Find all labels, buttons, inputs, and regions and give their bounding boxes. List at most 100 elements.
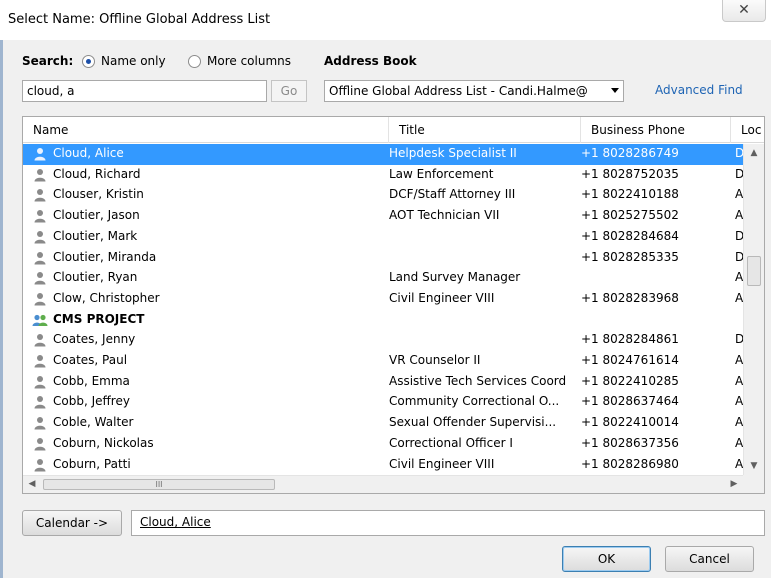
select-name-dialog: Select Name: Offline Global Address List… bbox=[0, 0, 771, 578]
column-header-name[interactable]: Name bbox=[23, 117, 389, 143]
window-title: Select Name: Offline Global Address List bbox=[8, 12, 271, 27]
cell-name: Cloutier, Jason bbox=[53, 208, 140, 223]
cell-business-phone: +1 8028284861 bbox=[581, 332, 679, 347]
address-book-label: Address Book bbox=[324, 54, 417, 68]
vertical-scrollbar[interactable]: ▲ ▼ bbox=[743, 144, 764, 475]
cell-name: Cobb, Emma bbox=[53, 373, 130, 388]
title-bar: Select Name: Offline Global Address List… bbox=[0, 0, 771, 40]
close-icon: ✕ bbox=[738, 2, 750, 18]
horizontal-scroll-thumb[interactable]: III bbox=[43, 479, 275, 490]
window-edge bbox=[0, 40, 3, 578]
person-icon bbox=[32, 458, 48, 472]
cell-title: Sexual Offender Supervisi... bbox=[389, 415, 557, 430]
cell-location: A bbox=[735, 353, 743, 367]
more-columns-radio[interactable] bbox=[188, 55, 201, 68]
more-columns-label[interactable]: More columns bbox=[207, 54, 291, 68]
cell-title: Civil Engineer VIII bbox=[389, 456, 495, 471]
person-icon bbox=[32, 375, 48, 389]
table-row[interactable]: Coates, Jenny +1 8028284861 D bbox=[23, 330, 743, 351]
recipient-name[interactable]: Cloud, Alice bbox=[140, 515, 211, 529]
cell-location: A bbox=[735, 208, 743, 223]
cell-location: D bbox=[735, 167, 743, 181]
cell-name: Cloutier, Mark bbox=[53, 228, 138, 243]
table-row[interactable]: CMS PROJECT bbox=[23, 310, 743, 331]
cell-location: D bbox=[735, 332, 743, 346]
table-row[interactable]: Coates, Paul VR Counselor II +1 8024761614… bbox=[23, 351, 743, 372]
name-only-label[interactable]: Name only bbox=[101, 54, 166, 68]
person-icon bbox=[32, 271, 48, 285]
cell-business-phone: +1 8028752035 bbox=[581, 166, 679, 181]
table-row[interactable]: Coburn, Nickolas Correctional Officer I +1… bbox=[23, 434, 743, 455]
cell-business-phone: +1 8028285335 bbox=[581, 249, 679, 264]
vertical-scroll-thumb[interactable] bbox=[747, 256, 761, 286]
cell-title: Civil Engineer VIII bbox=[389, 290, 495, 305]
advanced-find-link[interactable]: Advanced Find bbox=[655, 83, 743, 97]
cell-title: AOT Technician VII bbox=[389, 208, 500, 223]
person-icon bbox=[32, 395, 48, 409]
table-row[interactable]: Clouser, Kristin DCF/Staff Attorney III +1… bbox=[23, 185, 743, 206]
cell-business-phone: +1 8024761614 bbox=[581, 353, 679, 367]
scroll-left-icon[interactable]: ◀ bbox=[23, 476, 41, 493]
cell-name: Cloutier, Miranda bbox=[53, 249, 157, 264]
ok-button[interactable]: OK bbox=[562, 546, 651, 572]
search-input[interactable]: cloud, a bbox=[22, 80, 267, 102]
cell-title: Helpdesk Specialist II bbox=[389, 146, 517, 160]
cell-business-phone: +1 8028283968 bbox=[581, 290, 679, 305]
column-header-location[interactable]: Loc bbox=[731, 117, 764, 143]
cell-business-phone: +1 8022410188 bbox=[581, 187, 679, 202]
table-row[interactable]: Clow, Christopher Civil Engineer VIII +1 8… bbox=[23, 289, 743, 310]
cell-name: Cloud, Richard bbox=[53, 166, 141, 181]
close-button[interactable]: ✕ bbox=[722, 0, 766, 22]
cell-name: Coburn, Nickolas bbox=[53, 435, 154, 450]
person-icon bbox=[32, 354, 48, 368]
person-icon bbox=[32, 230, 48, 244]
cell-location: D bbox=[735, 229, 743, 243]
cell-name: Coble, Walter bbox=[53, 415, 134, 430]
person-icon bbox=[32, 437, 48, 451]
cell-location: A bbox=[735, 270, 743, 285]
table-row[interactable]: Cloutier, Ryan Land Survey Manager A bbox=[23, 268, 743, 289]
dropdown-arrow-icon[interactable] bbox=[611, 88, 619, 93]
table-row[interactable]: Coble, Walter Sexual Offender Supervisi..… bbox=[23, 413, 743, 434]
cell-business-phone: +1 8028284684 bbox=[581, 228, 679, 243]
cell-name: Coates, Paul bbox=[53, 353, 128, 367]
cell-business-phone: +1 8028286980 bbox=[581, 456, 679, 471]
cell-title: VR Counselor II bbox=[389, 353, 481, 367]
recipient-field[interactable]: Cloud, Alice bbox=[131, 510, 765, 536]
grid-header: Name Title Business Phone Loc bbox=[23, 117, 764, 143]
cell-name: Coates, Jenny bbox=[53, 332, 136, 347]
cell-name: CMS PROJECT bbox=[53, 311, 145, 326]
cell-location: A bbox=[735, 456, 743, 471]
cell-name: Cloutier, Ryan bbox=[53, 270, 138, 285]
cell-location: A bbox=[735, 373, 743, 388]
table-row[interactable]: Cloutier, Miranda +1 8028285335 D bbox=[23, 248, 743, 269]
person-icon bbox=[32, 188, 48, 202]
cell-title: Land Survey Manager bbox=[389, 270, 521, 285]
cell-business-phone: +1 8028637464 bbox=[581, 394, 679, 409]
cancel-button[interactable]: Cancel bbox=[665, 546, 754, 572]
table-row[interactable]: Cobb, Emma Assistive Tech Services Coord +… bbox=[23, 372, 743, 393]
cell-title: Law Enforcement bbox=[389, 166, 494, 181]
cell-name: Clouser, Kristin bbox=[53, 187, 144, 202]
table-row[interactable]: Cloutier, Mark +1 8028284684 D bbox=[23, 227, 743, 248]
column-header-title[interactable]: Title bbox=[389, 117, 581, 143]
cell-location: D bbox=[735, 250, 743, 264]
scroll-right-icon[interactable]: ▶ bbox=[725, 476, 743, 493]
scroll-down-icon[interactable]: ▼ bbox=[744, 457, 764, 475]
table-row[interactable]: Cloud, Richard Law Enforcement +1 80287520… bbox=[23, 165, 743, 186]
results-grid: Name Title Business Phone Loc Cloud, Ali… bbox=[22, 116, 765, 494]
address-book-select[interactable]: Offline Global Address List - Candi.Halm… bbox=[324, 80, 624, 102]
cell-title: Community Correctional O... bbox=[389, 394, 560, 409]
column-header-business-phone[interactable]: Business Phone bbox=[581, 117, 731, 143]
go-button[interactable]: Go bbox=[271, 80, 307, 102]
calendar-button[interactable]: Calendar -> bbox=[22, 510, 122, 536]
cell-business-phone: +1 8028286749 bbox=[581, 146, 679, 160]
horizontal-scrollbar[interactable]: ◀ III ▶ bbox=[23, 475, 743, 493]
name-only-radio[interactable] bbox=[82, 55, 95, 68]
scroll-up-icon[interactable]: ▲ bbox=[744, 144, 764, 162]
table-row[interactable]: Cobb, Jeffrey Community Correctional O...… bbox=[23, 392, 743, 413]
table-row[interactable]: Cloud, Alice Helpdesk Specialist II +1 802… bbox=[23, 144, 743, 165]
table-row[interactable]: Cloutier, Jason AOT Technician VII +1 8025… bbox=[23, 206, 743, 227]
table-row[interactable]: Coburn, Patti Civil Engineer VIII +1 80282… bbox=[23, 455, 743, 476]
cell-business-phone: +1 8025275502 bbox=[581, 208, 679, 223]
